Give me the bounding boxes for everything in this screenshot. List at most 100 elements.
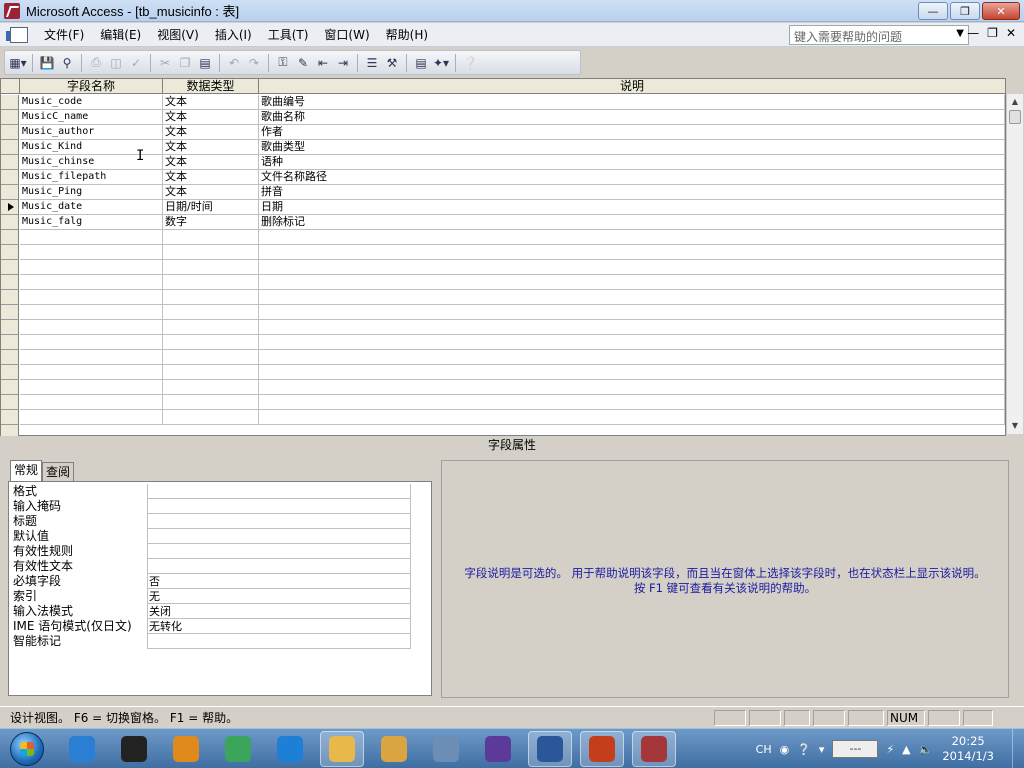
data-type-cell[interactable] (163, 305, 259, 319)
row-selector[interactable] (1, 290, 18, 305)
row-selector[interactable] (1, 335, 18, 350)
property-value[interactable] (147, 529, 411, 544)
data-type-cell[interactable] (163, 260, 259, 274)
new-object-icon[interactable]: ✦▾ (432, 54, 450, 72)
database-window-icon[interactable]: ▤ (412, 54, 430, 72)
field-name-cell[interactable]: Music_author (20, 125, 163, 139)
table-row[interactable] (20, 275, 1005, 290)
table-row[interactable]: Music_falg 数字 删除标记 (20, 215, 1005, 230)
field-name-cell[interactable]: Music_falg (20, 215, 163, 229)
row-selector[interactable] (1, 365, 18, 380)
field-name-cell[interactable] (20, 410, 163, 424)
tab-lookup[interactable]: 查阅 (42, 462, 75, 481)
table-row[interactable]: MusicC_name 文本 歌曲名称 (20, 110, 1005, 125)
data-type-cell[interactable] (163, 245, 259, 259)
row-selector[interactable] (1, 95, 18, 110)
grid-scrollbar[interactable]: ▲ ▼ (1006, 94, 1023, 434)
taskbar-app-button[interactable] (112, 731, 156, 767)
cut-icon[interactable]: ✂ (156, 54, 174, 72)
data-type-cell[interactable] (163, 395, 259, 409)
description-cell[interactable]: 歌曲名称 (259, 110, 1005, 124)
data-type-cell[interactable]: 文本 (163, 125, 259, 139)
scroll-thumb[interactable] (1009, 110, 1021, 124)
data-type-cell[interactable] (163, 290, 259, 304)
delete-rows-icon[interactable]: ⇥ (334, 54, 352, 72)
property-value[interactable]: 无转化 (147, 619, 411, 634)
show-desktop-button[interactable] (1012, 729, 1024, 768)
taskbar-app-button[interactable] (632, 730, 676, 767)
property-value[interactable] (147, 559, 411, 574)
row-selector[interactable] (1, 350, 18, 365)
field-name-cell[interactable]: MusicC_name (20, 110, 163, 124)
table-row[interactable] (20, 260, 1005, 275)
description-cell[interactable]: 歌曲编号 (259, 95, 1005, 109)
field-name-cell[interactable]: Music_date (20, 200, 163, 214)
menu-file[interactable]: 文件(F) (36, 24, 92, 46)
builder-icon[interactable]: ✎ (294, 54, 312, 72)
row-selector[interactable] (1, 140, 18, 155)
print-icon[interactable]: ⎙ (87, 54, 105, 72)
table-row[interactable] (20, 305, 1005, 320)
row-selector[interactable] (1, 200, 18, 215)
row-selector[interactable] (1, 395, 18, 410)
row-selector[interactable] (1, 380, 18, 395)
description-cell[interactable] (259, 395, 1005, 409)
row-selector[interactable] (1, 110, 18, 125)
menu-view[interactable]: 视图(V) (149, 24, 207, 46)
tab-general[interactable]: 常规 (10, 460, 43, 481)
field-name-cell[interactable] (20, 260, 163, 274)
doc-restore-button[interactable]: ❐ (987, 26, 998, 40)
description-cell[interactable] (259, 230, 1005, 244)
description-cell[interactable] (259, 320, 1005, 334)
copy-icon[interactable]: ❐ (176, 54, 194, 72)
volume-icon[interactable]: 🔈 (919, 743, 933, 756)
plug-icon[interactable]: ⚡ (886, 743, 894, 756)
properties-icon[interactable]: ☰ (363, 54, 381, 72)
doc-minimize-button[interactable]: — (967, 26, 979, 40)
description-cell[interactable]: 作者 (259, 125, 1005, 139)
field-name-cell[interactable]: Music_filepath (20, 170, 163, 184)
description-cell[interactable] (259, 245, 1005, 259)
redo-icon[interactable]: ↷ (245, 54, 263, 72)
table-row[interactable] (20, 335, 1005, 350)
table-row[interactable] (20, 290, 1005, 305)
property-value[interactable] (147, 499, 411, 514)
description-cell[interactable] (259, 350, 1005, 364)
data-type-cell[interactable]: 文本 (163, 170, 259, 184)
field-name-cell[interactable]: Music_Ping (20, 185, 163, 199)
taskbar-app-button[interactable] (372, 731, 416, 767)
help-icon[interactable]: ❔ (797, 743, 811, 756)
table-row[interactable] (20, 245, 1005, 260)
data-type-cell[interactable] (163, 320, 259, 334)
paste-icon[interactable]: ▤ (196, 54, 214, 72)
table-row[interactable] (20, 350, 1005, 365)
row-selector[interactable] (1, 320, 18, 335)
data-type-cell[interactable] (163, 350, 259, 364)
field-name-cell[interactable] (20, 350, 163, 364)
description-cell[interactable] (259, 335, 1005, 349)
description-cell[interactable]: 日期 (259, 200, 1005, 214)
description-cell[interactable] (259, 275, 1005, 289)
table-row[interactable] (20, 380, 1005, 395)
table-row[interactable] (20, 365, 1005, 380)
row-selector[interactable] (1, 170, 18, 185)
field-name-cell[interactable] (20, 380, 163, 394)
data-type-cell[interactable] (163, 230, 259, 244)
table-row[interactable]: Music_Kind 文本 歌曲类型 (20, 140, 1005, 155)
row-selector[interactable] (1, 215, 18, 230)
data-type-cell[interactable] (163, 365, 259, 379)
field-name-cell[interactable]: Music_code (20, 95, 163, 109)
data-type-cell[interactable]: 文本 (163, 185, 259, 199)
data-type-cell[interactable]: 文本 (163, 140, 259, 154)
property-value[interactable]: 无 (147, 589, 411, 604)
description-cell[interactable]: 拼音 (259, 185, 1005, 199)
table-row[interactable] (20, 395, 1005, 410)
chevron-down-icon[interactable]: ▼ (956, 28, 964, 42)
scroll-up-icon[interactable]: ▲ (1007, 94, 1023, 110)
property-value[interactable] (147, 484, 411, 499)
menu-window[interactable]: 窗口(W) (316, 24, 377, 46)
property-value[interactable] (147, 634, 411, 649)
taskbar-app-button[interactable] (164, 731, 208, 767)
table-row[interactable]: Music_date 日期/时间 日期 (20, 200, 1005, 215)
primary-key-icon[interactable]: ⚿ (274, 54, 292, 72)
